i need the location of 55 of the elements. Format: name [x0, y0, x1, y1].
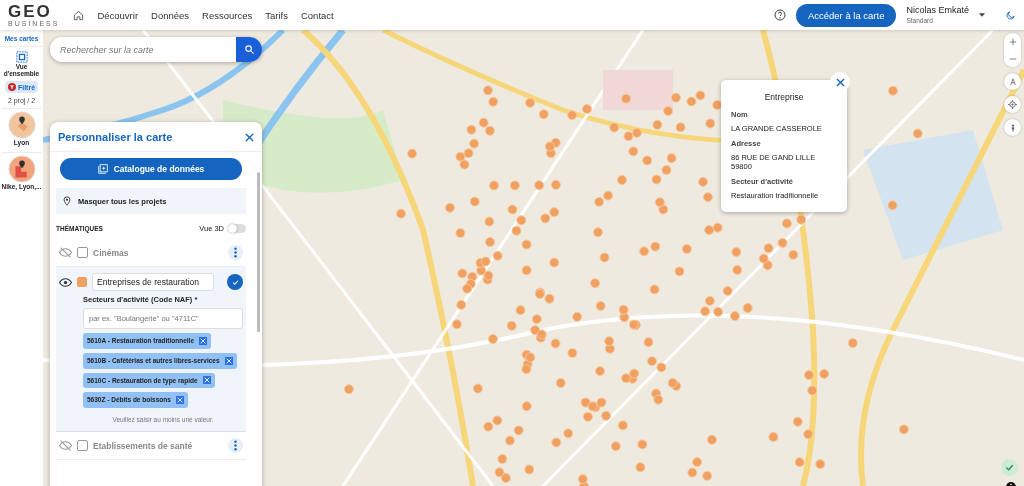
nav-link[interactable]: Contact: [300, 9, 334, 21]
check-icon: [231, 278, 239, 286]
filter-icon: [7, 83, 16, 91]
layer-name-field[interactable]: Entreprises de restauration: [92, 273, 214, 291]
more-button[interactable]: [228, 438, 243, 453]
close-icon: [176, 397, 183, 404]
check-icon: [1005, 463, 1014, 472]
panel-title: Personnaliser la carte: [58, 131, 173, 143]
access-map-button[interactable]: Accéder à la carte: [795, 3, 897, 27]
locate-icon: [1008, 100, 1017, 109]
search-field[interactable]: Rechercher sur la carte: [50, 37, 262, 62]
popup-title: Entreprise: [763, 92, 805, 102]
nav-link[interactable]: Données: [151, 9, 190, 21]
layer-name[interactable]: Cinémas: [93, 247, 223, 258]
compass-icon: [1008, 77, 1017, 86]
close-icon: [245, 132, 254, 142]
layer-checkbox[interactable]: [77, 247, 88, 258]
remove-tag-button[interactable]: [202, 376, 211, 385]
color-swatch[interactable]: [77, 277, 87, 287]
remove-tag-button[interactable]: [199, 336, 208, 345]
catalog-button[interactable]: Catalogue de données: [60, 158, 242, 180]
pin-icon: [62, 196, 72, 206]
search-icon: [243, 44, 255, 55]
layer-checkbox[interactable]: [77, 440, 88, 451]
overview-icon: [15, 51, 28, 63]
nav-link[interactable]: Ressources: [202, 9, 253, 21]
plus-icon: [1008, 37, 1017, 46]
map-thumbnail-icon: [7, 111, 36, 139]
eye-icon[interactable]: [59, 275, 72, 289]
close-icon: [225, 357, 232, 364]
caret-icon[interactable]: [979, 13, 985, 17]
remove-tag-button[interactable]: [175, 396, 184, 405]
eye-off-icon[interactable]: [59, 439, 72, 452]
add-layers-icon: [97, 164, 108, 174]
view-3d-toggle[interactable]: [228, 224, 246, 233]
close-icon: [835, 77, 845, 87]
close-button[interactable]: [245, 132, 254, 142]
map-thumbnail-icon: [7, 155, 36, 183]
nav-link[interactable]: Découvrir: [97, 9, 139, 21]
close-icon: [200, 337, 207, 344]
logo-wordmark[interactable]: GEO: [8, 3, 52, 20]
confirm-button[interactable]: [227, 274, 243, 290]
nav-link[interactable]: Tarifs: [265, 9, 288, 21]
more-icon: [234, 440, 237, 451]
remove-tag-button[interactable]: [224, 356, 233, 365]
layer-name[interactable]: Etablissements de santé: [93, 440, 223, 451]
more-icon: [234, 247, 237, 258]
help-icon[interactable]: [773, 9, 786, 21]
more-button[interactable]: [228, 245, 243, 260]
user-name[interactable]: Nicolas Emkaté: [906, 4, 969, 17]
eye-off-icon[interactable]: [59, 246, 72, 259]
search-button[interactable]: [236, 37, 262, 62]
home-icon[interactable]: [73, 9, 85, 21]
close-icon: [203, 377, 210, 384]
moon-icon[interactable]: [1005, 9, 1016, 21]
